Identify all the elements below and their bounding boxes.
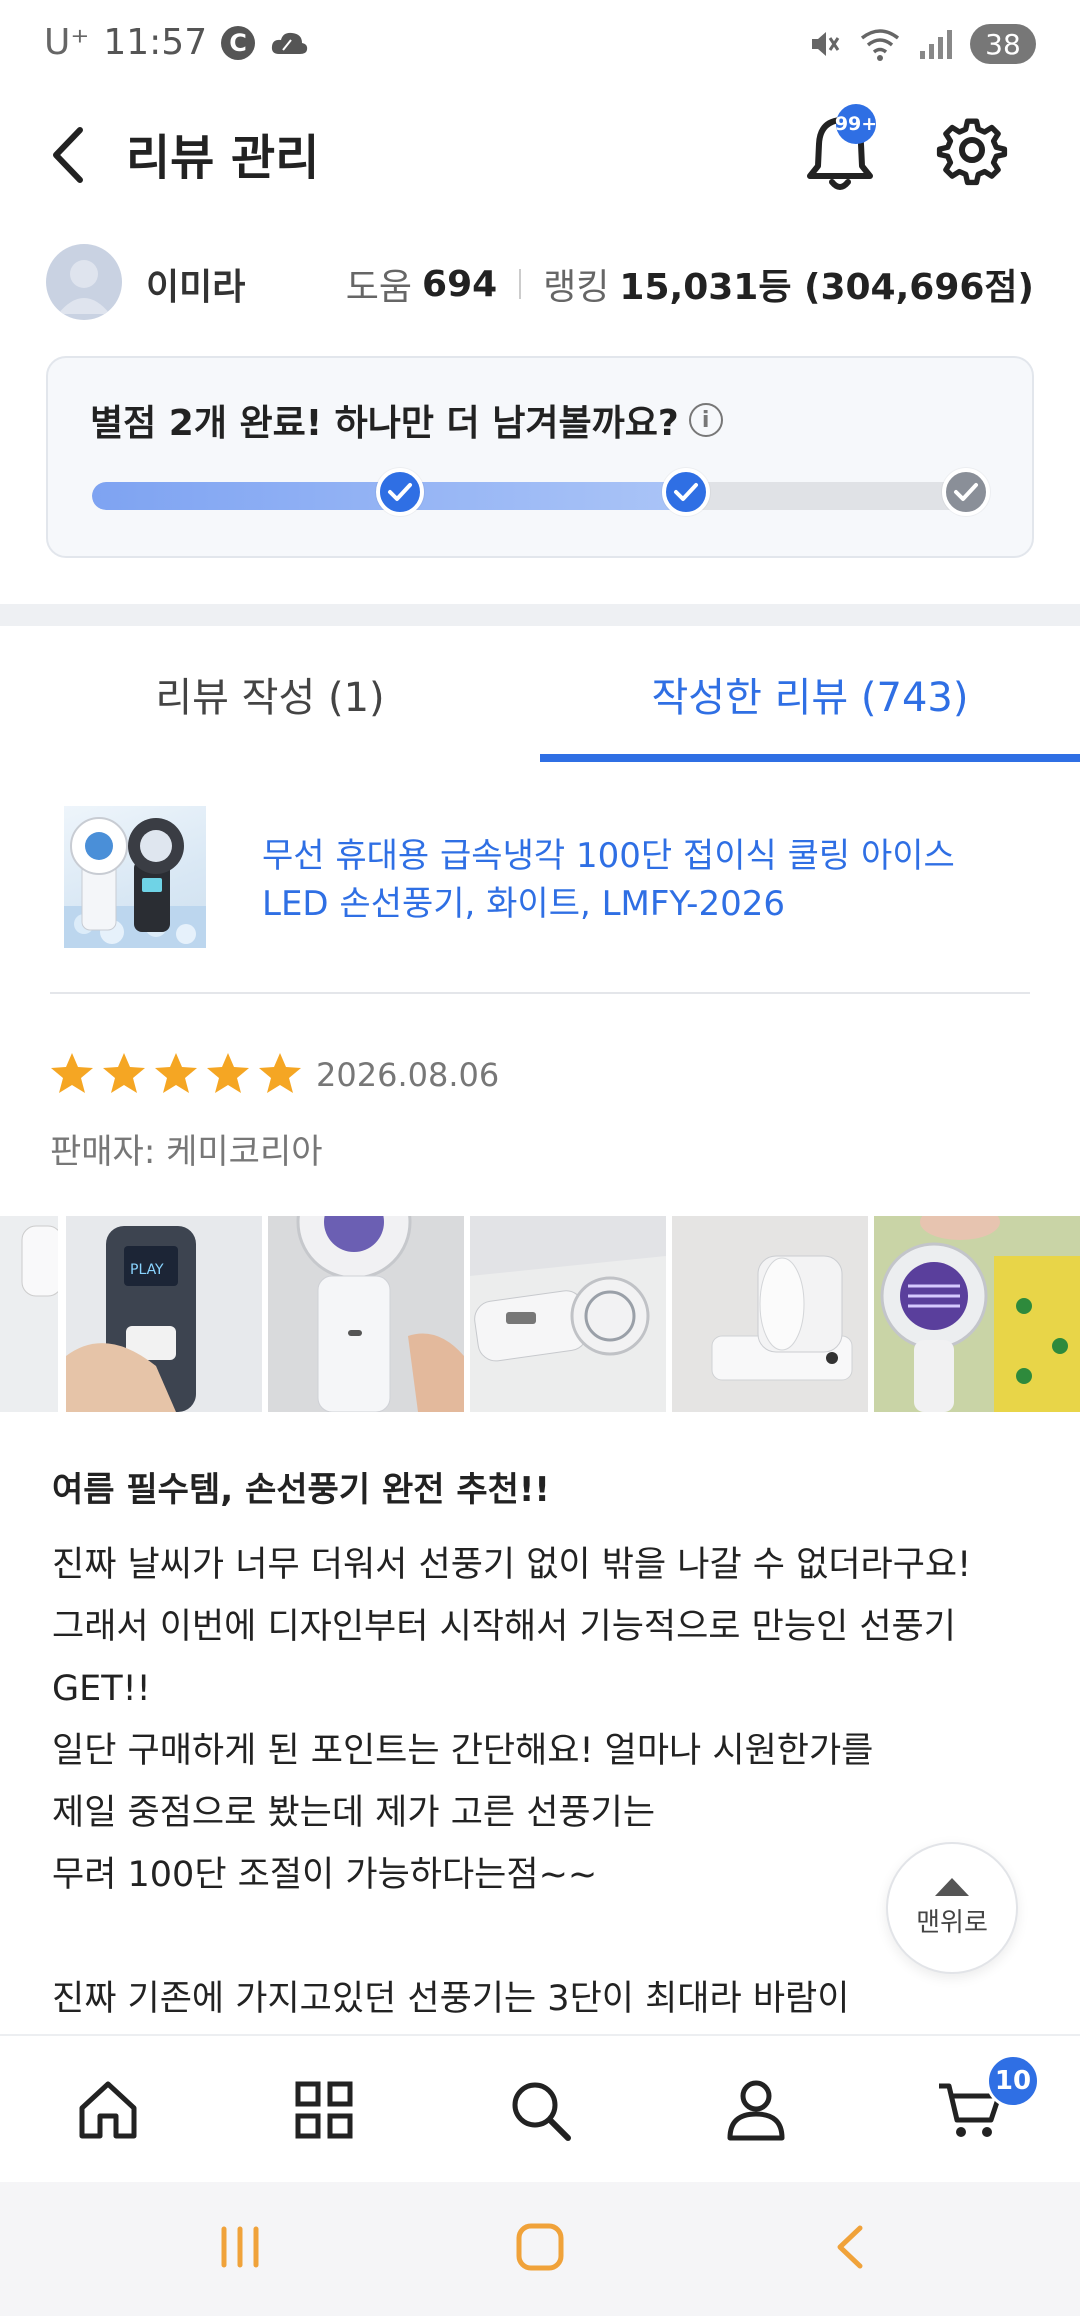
product-thumbnail[interactable] [64,806,206,948]
cloud-icon [271,32,308,54]
step-2-check-icon [662,468,710,516]
svg-text:PLAY: PLAY [130,1262,164,1278]
seller-name: 판매자: 케미코리아 [50,1132,323,1172]
home-system-button[interactable] [510,2212,570,2282]
review-tabs: 리뷰 작성 (1) 작성한 리뷰 (743) [0,626,1080,762]
nav-my-page[interactable] [716,2070,796,2150]
back-arrow-icon[interactable] [44,120,94,190]
battery-indicator: 38 [970,24,1036,64]
section-divider [0,604,1080,626]
signal-icon [920,30,952,59]
user-stats: 도움 694 랭킹 15,031등 (304,696점) [346,258,1034,310]
review-body-line: 제일 중점으로 봤는데 제가 고른 선풍기는 [52,1793,656,1833]
nav-home[interactable] [68,2070,148,2150]
progress-title-row: 별점 2개 완료! 하나만 더 남겨볼까요? i [90,394,723,446]
active-tab-indicator [540,754,1080,762]
review-body-line: 일단 구매하게 된 포인트는 간단해요! 얼마나 시원한가를 [52,1731,874,1771]
review-photo[interactable] [268,1216,464,1412]
caret-up-icon [935,1877,969,1896]
chevron-left-icon [837,2225,863,2269]
nav-search[interactable] [500,2070,580,2150]
progress-title: 별점 2개 완료! 하나만 더 남겨볼까요? [90,403,679,444]
recent-apps-button[interactable] [210,2212,270,2282]
recent-apps-icon [221,2226,259,2268]
page-title: 리뷰 관리 [126,130,320,186]
carrier-label: U⁺ [44,22,90,63]
review-body-line [52,1906,1032,1968]
nav-categories[interactable] [284,2070,364,2150]
review-photo-strip[interactable]: PLAY [0,1216,1080,1412]
star-rating [48,1050,304,1098]
person-icon [727,2080,785,2141]
tab-write-review[interactable]: 리뷰 작성 (1) [0,626,540,762]
mute-icon [812,32,840,56]
help-label: 도움 [345,267,413,308]
star-icon [51,1053,93,1093]
rating-progress-card: 별점 2개 완료! 하나만 더 남겨볼까요? i [46,356,1034,558]
help-value: 694 [422,263,498,305]
home-square-icon [516,2223,564,2271]
star-icon [207,1053,249,1093]
review-body-line: 진짜 기존에 가지고있던 선풍기는 3단이 최대라 바람이 [52,1979,850,2019]
app-header: 리뷰 관리 99+ [0,90,1080,220]
review-body-line: 그래서 이번에 디자인부터 시작해서 기능적으로 만능인 선풍기 [52,1607,956,1647]
notification-badge: 99+ [835,104,877,144]
cart-count-badge: 10 [986,2054,1040,2108]
product-name[interactable]: 무선 휴대용 급속냉각 100단 접이식 쿨링 아이스 LED 손선풍기, 화이… [262,832,1022,928]
grid-icon [295,2081,353,2139]
system-navigation-bar [0,2182,1080,2316]
review-body-line: 진짜 날씨가 너무 더워서 선풍기 없이 밖을 나갈 수 없더라구요! [52,1545,972,1585]
wifi-icon [860,29,900,61]
review-photo[interactable] [0,1216,58,1412]
product-row[interactable]: 무선 휴대용 급속냉각 100단 접이식 쿨링 아이스 LED 손선풍기, 화이… [50,800,1030,960]
scroll-to-top-label: 맨위로 [916,1907,988,1938]
avatar-placeholder-icon [58,260,110,314]
review-photo[interactable] [470,1216,666,1412]
star-icon [259,1053,301,1093]
star-icon [155,1053,197,1093]
profile-row: 이미라 도움 694 랭킹 15,031등 (304,696점) [0,240,1080,326]
review-photo[interactable] [874,1216,1080,1412]
search-icon [512,2082,571,2141]
clock: 11:57 [103,22,208,63]
home-icon [79,2081,137,2139]
review-body: 진짜 날씨가 너무 더워서 선풍기 없이 밖을 나갈 수 없더라구요! 그래서 이… [52,1534,1032,2030]
review-date: 2026.08.06 [316,1056,500,1094]
review-body-line: 무려 100단 조절이 가능하다는점~~ [52,1855,598,1895]
gear-icon[interactable] [936,114,1008,186]
status-bar: U⁺ 11:57 C 38 [0,0,1080,90]
tab-written-reviews[interactable]: 작성한 리뷰 (743) [540,626,1080,762]
info-icon[interactable]: i [688,403,723,437]
fan-product-image [64,817,206,948]
star-icon [103,1053,145,1093]
progress-track [92,482,988,510]
tab-written-reviews-label: 작성한 리뷰 (743) [651,675,969,721]
review-title: 여름 필수템, 손선풍기 완전 추천!! [52,1470,550,1510]
rank-label: 랭킹 [543,267,610,308]
scroll-to-top-button[interactable]: 맨위로 [886,1842,1018,1974]
review-photo[interactable] [672,1216,868,1412]
user-name: 이미라 [146,267,246,308]
back-system-button[interactable] [820,2212,880,2282]
step-1-check-icon [376,468,424,516]
rank-value: 15,031등 (304,696점) [619,267,1034,308]
tab-write-review-label: 리뷰 작성 (1) [155,675,385,721]
bottom-navigation [0,2034,1080,2182]
c-app-icon: C [221,25,256,60]
stat-divider [519,269,522,299]
review-photo[interactable]: PLAY [66,1216,262,1412]
product-divider [50,992,1030,994]
review-body-line: GET!! [52,1669,151,1709]
avatar[interactable] [46,244,122,320]
step-3-check-icon [942,468,990,516]
